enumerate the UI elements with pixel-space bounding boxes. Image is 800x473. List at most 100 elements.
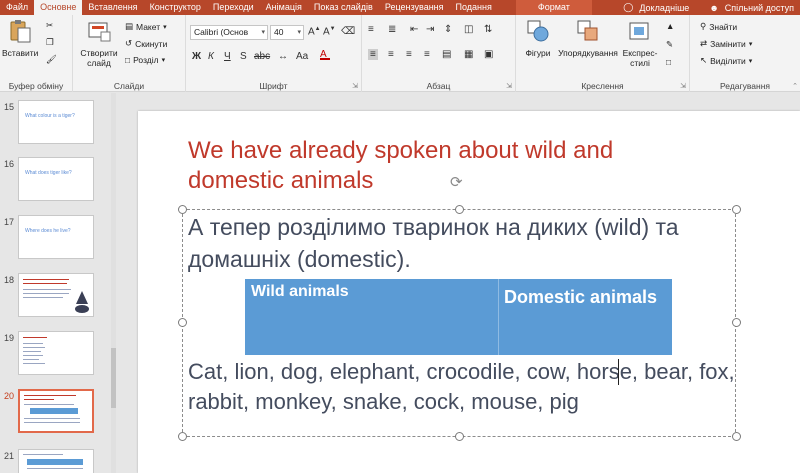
align-right-icon[interactable]: ≡: [406, 49, 412, 60]
collapse-ribbon-icon[interactable]: ⌃: [792, 82, 798, 90]
text-shadow-button[interactable]: S: [240, 51, 247, 62]
resize-handle[interactable]: [178, 205, 187, 214]
tab-view[interactable]: Подання: [450, 0, 498, 15]
align-center-icon[interactable]: ≡: [388, 49, 394, 60]
thumb-body-line: [23, 297, 63, 298]
format-painter-icon[interactable]: 🖌: [46, 54, 57, 65]
person-icon: ☻: [709, 2, 719, 13]
slide-thumbnail[interactable]: Where does he live?: [18, 215, 94, 259]
strikethrough-button[interactable]: abc: [254, 51, 270, 62]
bullets-icon[interactable]: ≡: [368, 24, 374, 35]
tab-design[interactable]: Конструктор: [144, 0, 207, 15]
rotate-handle-icon[interactable]: ⟳: [450, 173, 463, 191]
resize-handle[interactable]: [732, 205, 741, 214]
tab-review[interactable]: Рецензування: [379, 0, 450, 15]
thumb-number: 21: [4, 451, 15, 461]
font-name-combo[interactable]: Calibri (Основ ▾: [190, 25, 268, 40]
font-size-combo[interactable]: 40 ▾: [270, 25, 304, 40]
align-text-icon[interactable]: ▦: [464, 49, 473, 60]
reset-button[interactable]: ↺ Скинути: [125, 38, 167, 49]
chevron-down-icon: ▾: [261, 29, 265, 36]
thumb-body-line: [23, 343, 43, 344]
numbering-icon[interactable]: ≣: [388, 24, 396, 35]
thumbnails-scrollbar[interactable]: [111, 93, 116, 473]
search-icon: ⚲: [700, 21, 707, 31]
slide-thumbnail-active[interactable]: [18, 389, 94, 433]
tab-format[interactable]: Формат: [515, 0, 592, 15]
slide-title[interactable]: We have already spoken about wild and do…: [188, 136, 708, 196]
layout-icon: ▤: [125, 21, 134, 31]
shape-fill-icon[interactable]: ▲: [666, 21, 674, 31]
table-header-wild[interactable]: Wild animals: [245, 279, 499, 355]
resize-handle[interactable]: [178, 318, 187, 327]
tab-transitions[interactable]: Переходи: [207, 0, 260, 15]
resize-handle[interactable]: [178, 432, 187, 441]
slide-canvas[interactable]: We have already spoken about wild and do…: [138, 111, 800, 473]
shape-outline-icon[interactable]: ✎: [666, 39, 673, 50]
cut-icon[interactable]: ✂: [46, 20, 53, 31]
copy-icon[interactable]: ❐: [46, 37, 54, 48]
thumb-number: 17: [4, 217, 15, 227]
change-case-icon[interactable]: Aa: [296, 51, 308, 62]
tab-home[interactable]: Основне: [34, 0, 83, 15]
group-label-paragraph: Абзац: [426, 81, 451, 91]
tell-me-box[interactable]: Докладніше: [639, 3, 689, 13]
grow-font-icon[interactable]: A▲: [308, 26, 321, 37]
smartart-icon[interactable]: ▣: [484, 49, 493, 60]
group-drawing: Фігури Упорядкування Експрес- стилі ▲ ✎ …: [516, 15, 690, 92]
layout-button[interactable]: ▤ Макет ▾: [125, 21, 167, 32]
quick-styles-button[interactable]: Експрес- стилі: [618, 18, 662, 68]
shapes-button[interactable]: Фігури: [518, 18, 558, 58]
group-clipboard: Вставити ✂ ❐ 🖌 Буфер обміну: [0, 15, 73, 92]
ribbon-tab-bar: Файл Основне Вставлення Конструктор Пере…: [0, 0, 800, 15]
slide-thumbnail[interactable]: What colour is a tiger?: [18, 100, 94, 144]
arrange-button[interactable]: Упорядкування: [556, 18, 620, 58]
new-slide-button[interactable]: Створити слайд: [77, 18, 121, 68]
find-button[interactable]: ⚲ Знайти: [700, 21, 737, 32]
clear-formatting-icon[interactable]: ⌫: [341, 26, 355, 37]
thumb-body-line: [27, 468, 83, 469]
shape-effects-icon[interactable]: □: [666, 57, 671, 67]
resize-handle[interactable]: [732, 318, 741, 327]
justify-icon[interactable]: ≡: [424, 49, 430, 60]
animals-list-text[interactable]: Cat, lion, dog, elephant, crocodile, cow…: [188, 357, 748, 417]
shapes-icon: [527, 20, 549, 42]
slide-thumbnail[interactable]: [18, 449, 94, 473]
char-spacing-icon[interactable]: ↔: [278, 51, 288, 62]
increase-indent-icon[interactable]: ⇥: [426, 24, 434, 35]
dialog-launcher-icon[interactable]: ⇲: [680, 82, 686, 90]
columns-icon[interactable]: ◫: [464, 24, 473, 35]
text-direction-icon[interactable]: ⇅: [484, 24, 492, 35]
decrease-indent-icon[interactable]: ⇤: [410, 24, 418, 35]
shrink-font-icon[interactable]: A▼: [323, 26, 336, 37]
slide-thumbnail[interactable]: [18, 331, 94, 375]
italic-button[interactable]: К: [208, 51, 214, 62]
new-slide-icon: [88, 22, 111, 42]
tab-slideshow[interactable]: Показ слайдів: [308, 0, 379, 15]
underline-button[interactable]: Ч: [224, 51, 231, 62]
font-color-icon[interactable]: A: [320, 49, 330, 60]
thumb-body-line: [24, 404, 74, 405]
distribute-icon[interactable]: ▤: [442, 49, 451, 60]
section-button[interactable]: □ Розділ ▾: [125, 55, 165, 65]
tab-file[interactable]: Файл: [0, 0, 34, 15]
scrollbar-thumb[interactable]: [111, 348, 116, 408]
resize-handle[interactable]: [732, 432, 741, 441]
slide-body-text[interactable]: А тепер розділимо тваринок на диких (wil…: [188, 211, 728, 275]
slide-thumbnail[interactable]: [18, 273, 94, 317]
tab-animations[interactable]: Анімація: [260, 0, 308, 15]
tab-insert[interactable]: Вставлення: [82, 0, 143, 15]
share-button[interactable]: Спільний доступ: [725, 3, 794, 13]
slide-thumbnail[interactable]: What does tiger like?: [18, 157, 94, 201]
line-spacing-icon[interactable]: ⇕: [444, 24, 452, 35]
dialog-launcher-icon[interactable]: ⇲: [506, 82, 512, 90]
resize-handle[interactable]: [455, 432, 464, 441]
paste-button[interactable]: Вставити: [2, 18, 38, 58]
animals-table[interactable]: Wild animals Domestic animals: [245, 279, 672, 355]
replace-button[interactable]: ⇄ Замінити ▾: [700, 38, 752, 49]
dialog-launcher-icon[interactable]: ⇲: [352, 82, 358, 90]
align-left-icon[interactable]: ≡: [368, 49, 378, 60]
select-button[interactable]: ↖ Виділити ▾: [700, 55, 752, 66]
table-header-domestic[interactable]: Domestic animals: [499, 279, 672, 355]
bold-button[interactable]: Ж: [192, 51, 201, 62]
